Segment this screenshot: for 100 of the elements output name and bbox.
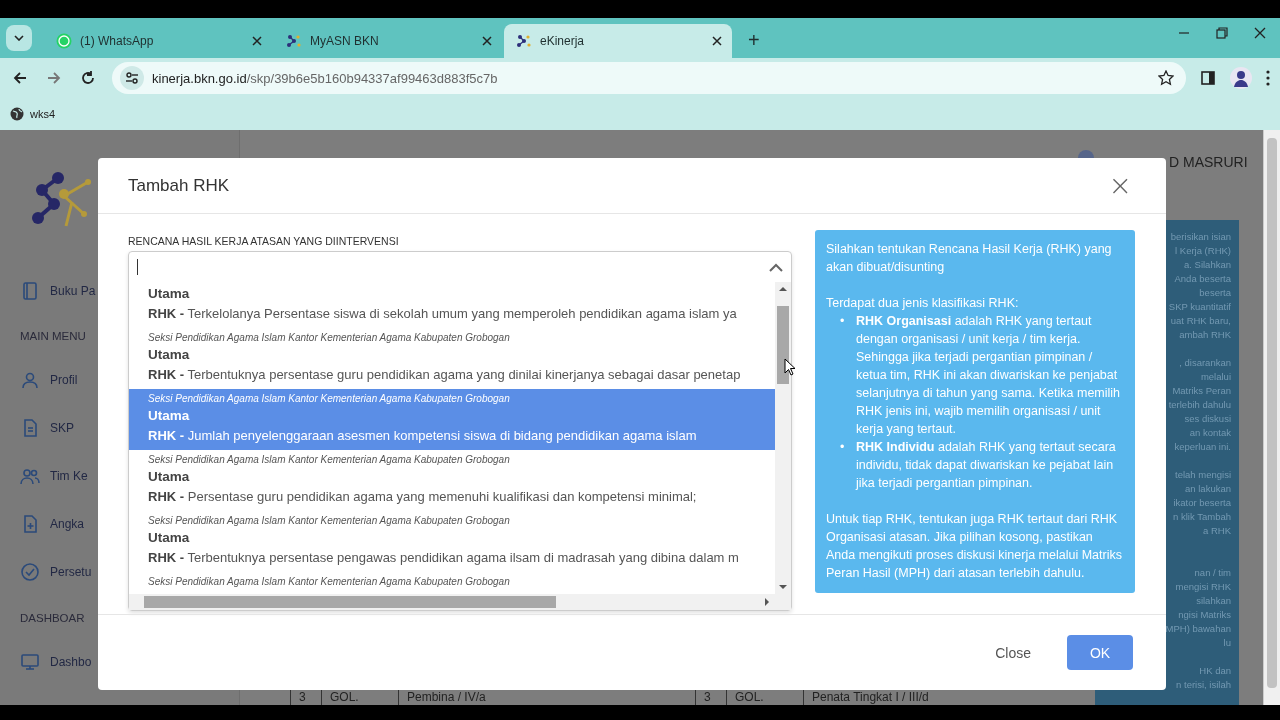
option-category: Utama	[148, 529, 191, 547]
caret-icon	[14, 35, 24, 41]
help-text: silahkan	[1196, 595, 1231, 606]
option-group: Seksi Pendidikan Agama Islam Kantor Kementerian Agama Kabupaten Grobogan	[148, 513, 775, 528]
help-text: lu	[1223, 637, 1231, 648]
sidebar-item[interactable]: Dashbo	[50, 655, 92, 669]
option-group: Seksi Pendidikan Agama Islam Kantor Kementerian Agama Kabupaten Grobogan	[148, 574, 775, 589]
help-text: HK dan	[1199, 665, 1231, 676]
scrollbar-thumb[interactable]	[777, 306, 789, 384]
restore-icon[interactable]	[1216, 27, 1228, 39]
help-text: beserta	[1199, 287, 1231, 298]
sidebar-heading: DASHBOAR	[20, 612, 85, 624]
option-text: RHK - Persentase guru pendidikan agama yang memenuhi kualifikasi dan kompetensi minimal;	[148, 488, 698, 506]
bullet-marker: •	[840, 439, 845, 456]
book-icon	[20, 281, 40, 301]
info-bullet: RHK Individu adalah RHK yang tertaut secara individu, tidak dapat diwariskan ke pejabat lain jika terjadi pergantian pimpinan.	[856, 440, 1116, 490]
sidebar-heading: MAIN MENU	[20, 330, 86, 342]
close-icon[interactable]	[1254, 27, 1266, 39]
info-bullet: RHK Organisasi adalah RHK yang tertaut dengan organisasi / unit kerja / tim kerja. Sehingga jika terjadi pergantian pimpinan / ketua tim, RHK ini akan diwariskan ke penjabat selanjutnya di tahun yang sama. Ketika memilih RHK jenis ini, wajib memilih organisasi / unit kerja yang tertaut.	[856, 314, 1121, 436]
sidebar-item[interactable]: Buku Pa	[50, 284, 96, 298]
vertical-scrollbar[interactable]	[775, 282, 791, 594]
sidebar-item[interactable]: Tim Ke	[50, 469, 88, 483]
scroll-up-icon[interactable]	[779, 286, 787, 292]
logo-icon	[286, 33, 302, 49]
close-icon[interactable]	[482, 36, 492, 46]
help-text: ambah RHK	[1179, 329, 1231, 340]
help-text: nan / tim	[1194, 567, 1231, 578]
help-text: telah mengisi	[1175, 469, 1231, 480]
dialog-title: Tambah RHK	[128, 175, 230, 196]
dropdown-option[interactable]: Seksi Pendidikan Agama Islam Kantor Kementerian Agama Kabupaten Grobogan Utama RHK - Terbentuknya persentase guru pendidikan agama yang dinilai kinerjanya sebagai dasar penetap	[129, 328, 775, 389]
side-panel-icon[interactable]	[1200, 70, 1216, 86]
help-text: Matriks Peran	[1172, 385, 1231, 396]
help-text: berisikan isian	[1170, 231, 1231, 242]
page-scrollbar[interactable]	[1263, 130, 1280, 705]
star-icon[interactable]	[1158, 70, 1174, 86]
mouse-pointer-icon	[784, 358, 796, 376]
profile-avatar-icon[interactable]	[1230, 67, 1252, 89]
logo-icon	[516, 33, 532, 49]
tab-search-button[interactable]	[6, 25, 32, 51]
option-category: Utama	[148, 346, 191, 364]
select-dropdown[interactable]	[128, 251, 792, 611]
browser-tab[interactable]: (1) WhatsApp	[44, 24, 272, 58]
menu-icon[interactable]	[1266, 70, 1270, 86]
option-group: Seksi Pendidikan Agama Islam Kantor Kementerian Agama Kabupaten Grobogan	[148, 452, 775, 467]
option-group: Seksi Pendidikan Agama Islam Kantor Kementerian Agama Kabupaten Grobogan	[148, 330, 775, 345]
help-text: melalui	[1200, 371, 1231, 382]
user-name: D MASRURI	[1169, 154, 1248, 170]
user-icon	[20, 370, 40, 390]
help-text: keperluan ini.	[1174, 441, 1231, 452]
help-text: ses diskusi	[1184, 413, 1231, 424]
option-text: RHK - Jumlah penyelenggaraan asesmen kompetensi siswa di bidang pendidikan agama islam	[148, 427, 698, 445]
chat-bubble-icon	[56, 33, 72, 49]
help-text: SKP kuantitatif	[1168, 301, 1231, 312]
help-text: a. Silahkan	[1184, 259, 1231, 270]
option-group: Seksi Pendidikan Agama Islam Kantor Kementerian Agama Kabupaten Grobogan	[148, 391, 775, 406]
scroll-down-icon[interactable]	[779, 584, 787, 590]
sidebar-item[interactable]: Profil	[50, 373, 78, 387]
help-text: ngisi Matriks	[1178, 609, 1231, 620]
close-button[interactable]: ×	[1104, 171, 1136, 200]
new-tab-button[interactable]: +	[742, 29, 766, 52]
option-category: Utama	[148, 285, 191, 303]
option-category: Utama	[148, 407, 191, 425]
url-text: kinerja.bkn.go.id/skp/39b6e5b160b94337af99463d883f5c7b	[152, 70, 499, 86]
dropdown-option[interactable]: Seksi Pendidikan Agama Islam Kantor Kementerian Agama Kabupaten Grobogan Utama RHK - Persentase guru pendidikan agama yang memenuhi kualifikasi dan kompetensi minimal;	[129, 450, 775, 511]
help-text: an lakukan	[1185, 483, 1231, 494]
bullet-marker: •	[840, 313, 845, 330]
info-text: Silahkan tentukan Rencana Hasil Kerja (RHK) yang akan dibuat/disunting	[826, 241, 1113, 276]
scrollbar-thumb[interactable]	[144, 596, 556, 608]
site-info-icon[interactable]	[120, 66, 144, 90]
info-text: Terdapat dua jenis klasifikasi RHK:	[826, 295, 1020, 312]
option-text: RHK - Terbentuknya persentase pengawas pendidikan agama ilsam di madrasah yang dibina dalam m	[148, 549, 740, 567]
bookmark[interactable]: wks4	[10, 107, 56, 121]
dropdown-option[interactable]: Utama RHK - Terkelolanya Persentase siswa di sekolah umum yang memperoleh pendidikan agama islam ya	[129, 282, 775, 328]
chevron-up-icon[interactable]	[769, 262, 783, 272]
help-text: Anda beserta	[1174, 273, 1231, 284]
help-text: a RHK	[1203, 525, 1231, 536]
help-text: ikator beserta	[1173, 497, 1231, 508]
monitor-icon	[20, 652, 40, 672]
option-text: RHK - Terkelolanya Persentase siswa di sekolah umum yang memperoleh pendidikan agama islam ya	[148, 305, 738, 323]
text-cursor	[137, 259, 138, 275]
browser-tab[interactable]: MyASN BKN	[274, 24, 502, 58]
close-icon[interactable]	[252, 36, 262, 46]
check-circle-icon	[20, 562, 40, 582]
address-bar[interactable]: kinerja.bkn.go.id/skp/39b6e5b160b94337af99463d883f5c7b	[112, 62, 1186, 94]
browser-tab[interactable]: eKinerja	[504, 24, 732, 58]
field-label: RENCANA HASIL KERJA ATASAN YANG DIINTERVENSI	[128, 235, 400, 247]
option-text: RHK - Terbentuknya persentase guru pendidikan agama yang dinilai kinerjanya sebagai dasar penetap	[148, 366, 742, 384]
help-text: terlebih dahulu	[1168, 399, 1231, 410]
sidebar-item[interactable]: SKP	[50, 421, 74, 435]
close-icon[interactable]	[712, 36, 722, 46]
sidebar-item[interactable]: Persetu	[50, 565, 92, 579]
horizontal-scrollbar[interactable]	[129, 594, 791, 610]
dropdown-option[interactable]: Seksi Pendidikan Agama Islam Kantor Kementerian Agama Kabupaten Grobogan Utama RHK - Terbentuknya persentase pengawas pendidikan agama ilsam di madrasah yang dibina dalam m	[129, 511, 775, 572]
sidebar-item[interactable]: Angka	[50, 517, 85, 531]
globe-icon	[10, 107, 24, 121]
info-text: Untuk tiap RHK, tentukan juga RHK tertaut dari RHK Organisasi atasan. Jika pilihan kosong, pastikan Anda mengikuti proses diskusi kinerja melalui Matriks Peran Hasil (MPH) dari atasan terlebih dahulu.	[826, 511, 1123, 582]
close-text-button[interactable]: Close	[989, 643, 1037, 662]
scroll-right-icon[interactable]	[764, 598, 770, 606]
help-text: MPH) bawahan	[1165, 623, 1231, 634]
dropdown-option[interactable]: Seksi Pendidikan Agama Islam Kantor Kementerian Agama Kabupaten Grobogan	[129, 572, 775, 593]
